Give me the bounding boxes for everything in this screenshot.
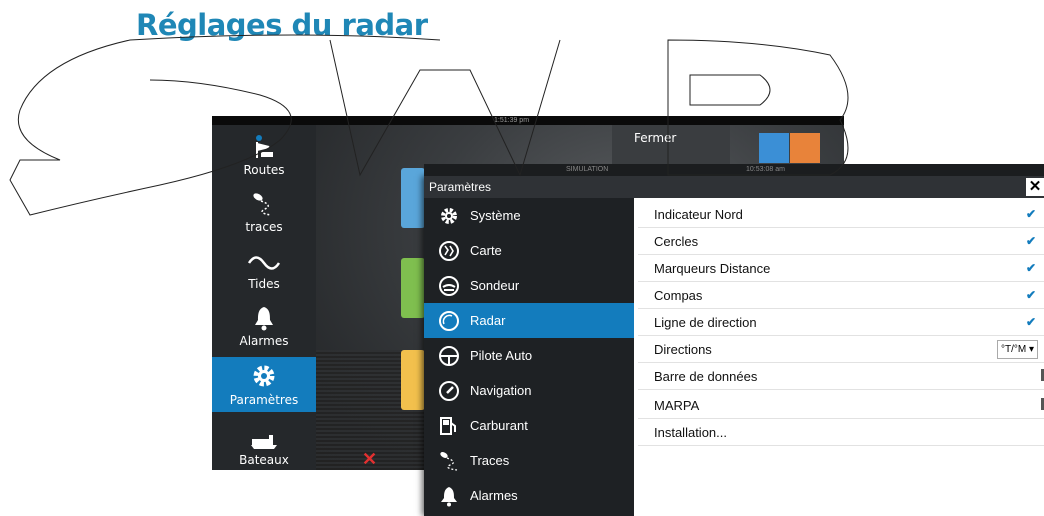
option-label: Compas bbox=[654, 288, 703, 303]
menu-label: Sondeur bbox=[470, 278, 520, 293]
option-label: Installation... bbox=[654, 425, 727, 440]
radar-options-list: Indicateur Nord ✔ Cercles ✔ Marqueurs Di… bbox=[638, 198, 1044, 516]
nav-item-routes[interactable]: Routes bbox=[212, 125, 316, 182]
settings-app-icon[interactable] bbox=[790, 133, 820, 163]
gear-icon bbox=[253, 365, 275, 387]
menu-item-navigation[interactable]: Navigation bbox=[424, 373, 634, 408]
cancel-x-icon[interactable]: ✕ bbox=[362, 449, 377, 470]
menu-item-systeme[interactable]: Système bbox=[424, 198, 634, 233]
checkbox-checked[interactable]: ✔ bbox=[1026, 289, 1038, 301]
select-value: °T/°M bbox=[1000, 344, 1027, 355]
close-button[interactable]: Fermer bbox=[612, 125, 730, 165]
option-row-cercles[interactable]: Cercles ✔ bbox=[638, 228, 1044, 255]
chart-icon bbox=[438, 240, 460, 262]
menu-label: Carte bbox=[470, 243, 502, 258]
checkbox-checked[interactable]: ✔ bbox=[1026, 262, 1038, 274]
menu-item-radar[interactable]: Radar bbox=[424, 303, 634, 338]
simulation-label: SIMULATION bbox=[566, 166, 609, 173]
menu-label: Navigation bbox=[470, 383, 532, 398]
close-icon[interactable]: ✕ bbox=[1026, 178, 1044, 196]
nav-label: Tides bbox=[248, 277, 280, 291]
nav-item-bateaux[interactable]: Bateaux bbox=[212, 415, 316, 470]
dialog-header: Paramètres ✕ bbox=[424, 176, 1044, 198]
menu-label: Carburant bbox=[470, 418, 528, 433]
clock: 10:53:08 am bbox=[746, 166, 785, 173]
option-row-indicateur-nord[interactable]: Indicateur Nord ✔ bbox=[638, 201, 1044, 228]
directions-select[interactable]: °T/°M ▾ bbox=[996, 340, 1038, 359]
checkbox-checked[interactable]: ✔ bbox=[1026, 316, 1038, 328]
trail-icon bbox=[438, 450, 460, 472]
routes-icon bbox=[256, 135, 273, 158]
simulation-bar: SIMULATION 10:53:08 am bbox=[424, 164, 1044, 176]
status-time: 1:51:39 pm bbox=[494, 117, 530, 124]
option-label: Directions bbox=[654, 342, 712, 357]
option-row-marqueurs-distance[interactable]: Marqueurs Distance ✔ bbox=[638, 255, 1044, 282]
app-card-blue[interactable] bbox=[401, 168, 425, 228]
option-label: Indicateur Nord bbox=[654, 207, 743, 222]
option-row-installation[interactable]: Installation... bbox=[638, 419, 1044, 446]
sounder-icon bbox=[438, 275, 460, 297]
nav-item-traces[interactable]: traces bbox=[212, 182, 316, 239]
option-label: Cercles bbox=[654, 234, 699, 249]
dialog-title: Paramètres bbox=[429, 180, 492, 194]
chart-app-icon[interactable] bbox=[759, 133, 789, 163]
page-title: Réglages du radar bbox=[136, 8, 428, 42]
option-row-ligne-de-direction[interactable]: Ligne de direction ✔ bbox=[638, 309, 1044, 336]
menu-label: Traces bbox=[470, 453, 510, 468]
checkbox-checked[interactable]: ✔ bbox=[1026, 235, 1038, 247]
nav-label: Alarmes bbox=[239, 334, 289, 348]
fuel-pump-icon bbox=[438, 415, 460, 437]
menu-item-sondeur[interactable]: Sondeur bbox=[424, 268, 634, 303]
menu-item-traces[interactable]: Traces bbox=[424, 443, 634, 478]
menu-label: Pilote Auto bbox=[470, 348, 533, 363]
menu-label: Radar bbox=[470, 313, 506, 328]
compass-icon bbox=[438, 380, 460, 402]
option-row-compas[interactable]: Compas ✔ bbox=[638, 282, 1044, 309]
checkbox-checked[interactable]: ✔ bbox=[1026, 208, 1038, 220]
app-card-yellow[interactable] bbox=[401, 350, 425, 410]
settings-dialog: SIMULATION 10:53:08 am Paramètres ✕ Syst… bbox=[424, 164, 1044, 516]
nav-item-parametres[interactable]: Paramètres bbox=[212, 357, 316, 412]
option-label: Marqueurs Distance bbox=[654, 261, 771, 276]
nav-label: Bateaux bbox=[239, 453, 289, 467]
option-row-directions[interactable]: Directions °T/°M ▾ bbox=[638, 336, 1044, 363]
bell-icon bbox=[255, 307, 273, 331]
bell-icon bbox=[438, 485, 460, 507]
gear-icon bbox=[438, 205, 460, 227]
menu-item-alarmes[interactable]: Alarmes bbox=[424, 478, 634, 513]
nav-item-tides[interactable]: Tides bbox=[212, 239, 316, 296]
side-nav: Routes traces Tides Alarmes Paramètres B… bbox=[212, 125, 316, 470]
menu-item-carte[interactable]: Carte bbox=[424, 233, 634, 268]
app-card-green[interactable] bbox=[401, 258, 425, 318]
option-label: Barre de données bbox=[654, 369, 758, 384]
nav-item-alarmes[interactable]: Alarmes bbox=[212, 296, 316, 353]
menu-item-carburant[interactable]: Carburant bbox=[424, 408, 634, 443]
option-label: MARPA bbox=[654, 398, 700, 413]
radar-icon bbox=[438, 310, 460, 332]
trail-icon bbox=[253, 193, 272, 216]
steering-wheel-icon bbox=[438, 345, 460, 367]
nav-label: Routes bbox=[243, 163, 285, 177]
settings-menu: Système Carte Sondeur Radar Pilote Auto bbox=[424, 198, 634, 516]
menu-label: Système bbox=[470, 208, 521, 223]
status-bar: 1:51:39 pm bbox=[212, 116, 844, 125]
menu-label: Alarmes bbox=[470, 488, 518, 503]
menu-item-pilote-auto[interactable]: Pilote Auto bbox=[424, 338, 634, 373]
boat-icon bbox=[251, 435, 277, 449]
option-row-barre-de-donnees[interactable]: Barre de données bbox=[638, 363, 1044, 390]
nav-label: Paramètres bbox=[229, 393, 299, 407]
wave-icon bbox=[247, 256, 281, 270]
option-label: Ligne de direction bbox=[654, 315, 757, 330]
nav-label: traces bbox=[245, 220, 283, 234]
option-row-marpa[interactable]: MARPA bbox=[638, 390, 1044, 419]
